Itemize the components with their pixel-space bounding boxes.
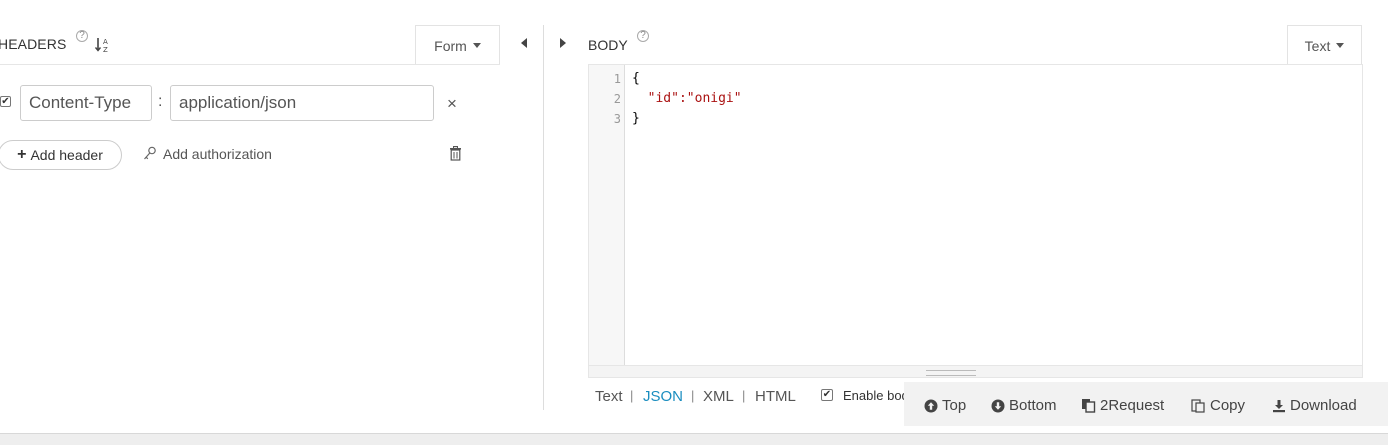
caret-down-icon xyxy=(1336,43,1345,48)
format-json[interactable]: JSON xyxy=(643,388,683,405)
line-number: 3 xyxy=(613,112,621,126)
headers-mode-dropdown[interactable]: Form xyxy=(415,25,500,65)
copy-label: Copy xyxy=(1210,397,1246,414)
enable-body-label: Enable body xyxy=(843,388,905,403)
format-xml[interactable]: XML xyxy=(703,388,734,405)
line-number: 2 xyxy=(613,92,621,106)
arrow-circle-down-icon xyxy=(991,399,1005,412)
download-label: Download xyxy=(1290,397,1357,414)
format-separator: | xyxy=(742,388,746,403)
body-mode-label: Text xyxy=(1304,37,1331,54)
line-number: 1 xyxy=(613,72,621,86)
top-button[interactable]: Top xyxy=(924,397,966,414)
panel-splitter[interactable] xyxy=(543,25,544,410)
code-line: "id":"onigi" xyxy=(632,91,742,106)
help-icon[interactable]: ? xyxy=(76,30,88,42)
body-editor[interactable] xyxy=(588,64,1363,366)
remove-header-icon[interactable]: × xyxy=(447,94,457,114)
editor-gutter xyxy=(589,65,625,365)
add-header-label: Add header xyxy=(30,147,103,163)
header-enabled-checkbox[interactable]: ✔ xyxy=(0,96,11,107)
expand-right-icon[interactable] xyxy=(560,38,566,48)
bottom-label: Bottom xyxy=(1009,397,1057,414)
trash-icon[interactable] xyxy=(449,146,462,161)
enable-body-checkbox[interactable]: ✔ xyxy=(821,389,833,401)
header-value-input[interactable]: application/json xyxy=(170,85,434,121)
help-icon[interactable]: ? xyxy=(637,30,649,42)
add-authorization-label: Add authorization xyxy=(163,146,272,162)
format-separator: | xyxy=(630,388,634,403)
copy-docs-icon xyxy=(1082,399,1096,413)
to-request-button[interactable]: 2Request xyxy=(1081,397,1164,414)
format-separator: | xyxy=(691,388,695,403)
clipboard-icon xyxy=(1191,399,1205,413)
sort-alpha-icon[interactable]: A Z xyxy=(95,36,111,54)
body-title: BODY xyxy=(588,37,628,53)
headers-title: HEADERS xyxy=(0,36,67,52)
svg-text:A: A xyxy=(103,38,108,46)
arrow-circle-up-icon xyxy=(924,399,938,412)
top-label: Top xyxy=(942,397,967,414)
grip-icon xyxy=(926,370,976,376)
code-line: } xyxy=(632,111,640,126)
bottom-button[interactable]: Bottom xyxy=(991,397,1057,414)
divider xyxy=(415,64,500,65)
download-button[interactable]: Download xyxy=(1272,397,1357,414)
bottom-border xyxy=(0,433,1388,445)
code-line: { xyxy=(632,71,640,86)
format-html[interactable]: HTML xyxy=(755,388,796,405)
headers-mode-label: Form xyxy=(434,37,467,54)
add-authorization-link[interactable]: Add authorization xyxy=(143,146,272,162)
key-icon xyxy=(144,146,156,160)
plus-icon: + xyxy=(17,146,27,163)
download-icon xyxy=(1273,399,1285,412)
header-separator: : xyxy=(158,93,163,110)
format-text[interactable]: Text xyxy=(595,388,623,405)
add-header-button[interactable]: + Add header xyxy=(0,140,122,170)
caret-down-icon xyxy=(472,43,481,48)
svg-text:Z: Z xyxy=(103,46,108,54)
header-key-input[interactable]: Content-Type xyxy=(20,85,152,121)
collapse-left-icon[interactable] xyxy=(521,38,527,48)
headers-divider xyxy=(0,64,416,65)
to-request-label: 2Request xyxy=(1100,397,1165,414)
copy-button[interactable]: Copy xyxy=(1191,397,1245,414)
body-mode-dropdown[interactable]: Text xyxy=(1287,25,1362,65)
